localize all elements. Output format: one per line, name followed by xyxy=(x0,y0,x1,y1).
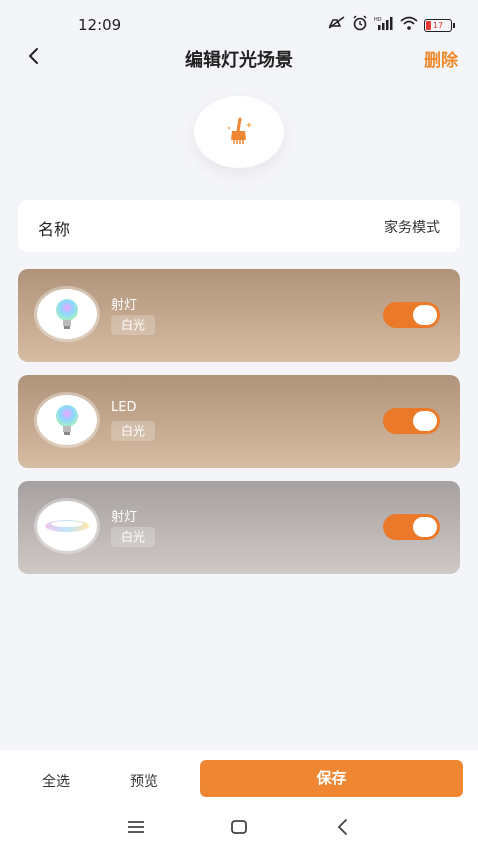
status-icons: HD 17 xyxy=(328,15,455,35)
scene-icon-button[interactable] xyxy=(194,96,284,168)
home-square-icon xyxy=(231,820,247,834)
device-toggle[interactable] xyxy=(383,302,440,328)
device-name: LED xyxy=(111,400,137,415)
preview-button[interactable]: 预览 xyxy=(130,771,158,791)
select-all-button[interactable]: 全选 xyxy=(42,771,70,791)
wifi-icon xyxy=(400,16,418,34)
battery-icon: 17 xyxy=(424,18,455,32)
svg-text:HD: HD xyxy=(374,17,382,23)
device-toggle[interactable] xyxy=(383,408,440,434)
back-nav-button[interactable] xyxy=(331,816,355,838)
status-time: 12:09 xyxy=(78,16,122,34)
device-mode-badge[interactable]: 白光 xyxy=(111,421,156,441)
device-card[interactable]: 射灯 白光 xyxy=(18,481,460,574)
home-nav-button[interactable] xyxy=(227,816,251,838)
menu-icon xyxy=(128,821,144,833)
ceiling-light-icon xyxy=(37,501,97,551)
name-label: 名称 xyxy=(38,220,71,239)
page-title: 编辑灯光场景 xyxy=(185,50,293,71)
mute-icon xyxy=(328,16,346,34)
name-value: 家务模式 xyxy=(384,220,440,236)
bulb-icon xyxy=(37,289,97,339)
battery-level: 17 xyxy=(432,20,444,30)
system-nav-bar xyxy=(0,812,478,842)
device-toggle[interactable] xyxy=(383,514,440,540)
device-mode-badge[interactable]: 白光 xyxy=(111,527,156,547)
device-name: 射灯 xyxy=(111,510,138,525)
device-mode-badge[interactable]: 白光 xyxy=(111,315,156,335)
device-name: 射灯 xyxy=(111,298,138,313)
signal-icon: HD xyxy=(374,16,394,34)
menu-nav-button[interactable] xyxy=(124,816,148,838)
alarm-icon xyxy=(352,15,368,35)
save-button[interactable]: 保存 xyxy=(200,760,463,797)
bottom-action-bar: 全选 预览 保存 xyxy=(0,750,478,850)
back-arrow-icon xyxy=(337,819,347,835)
delete-button[interactable]: 删除 xyxy=(424,46,458,71)
nav-bar: 编辑灯光场景 删除 xyxy=(0,40,478,74)
scene-name-row[interactable]: 名称 家务模式 xyxy=(18,200,460,252)
device-card[interactable]: 射灯 白光 xyxy=(18,269,460,362)
device-card[interactable]: LED 白光 xyxy=(18,375,460,468)
broom-icon xyxy=(227,117,252,144)
status-bar: 12:09 HD 17 xyxy=(0,0,478,44)
bulb-icon xyxy=(37,395,97,445)
